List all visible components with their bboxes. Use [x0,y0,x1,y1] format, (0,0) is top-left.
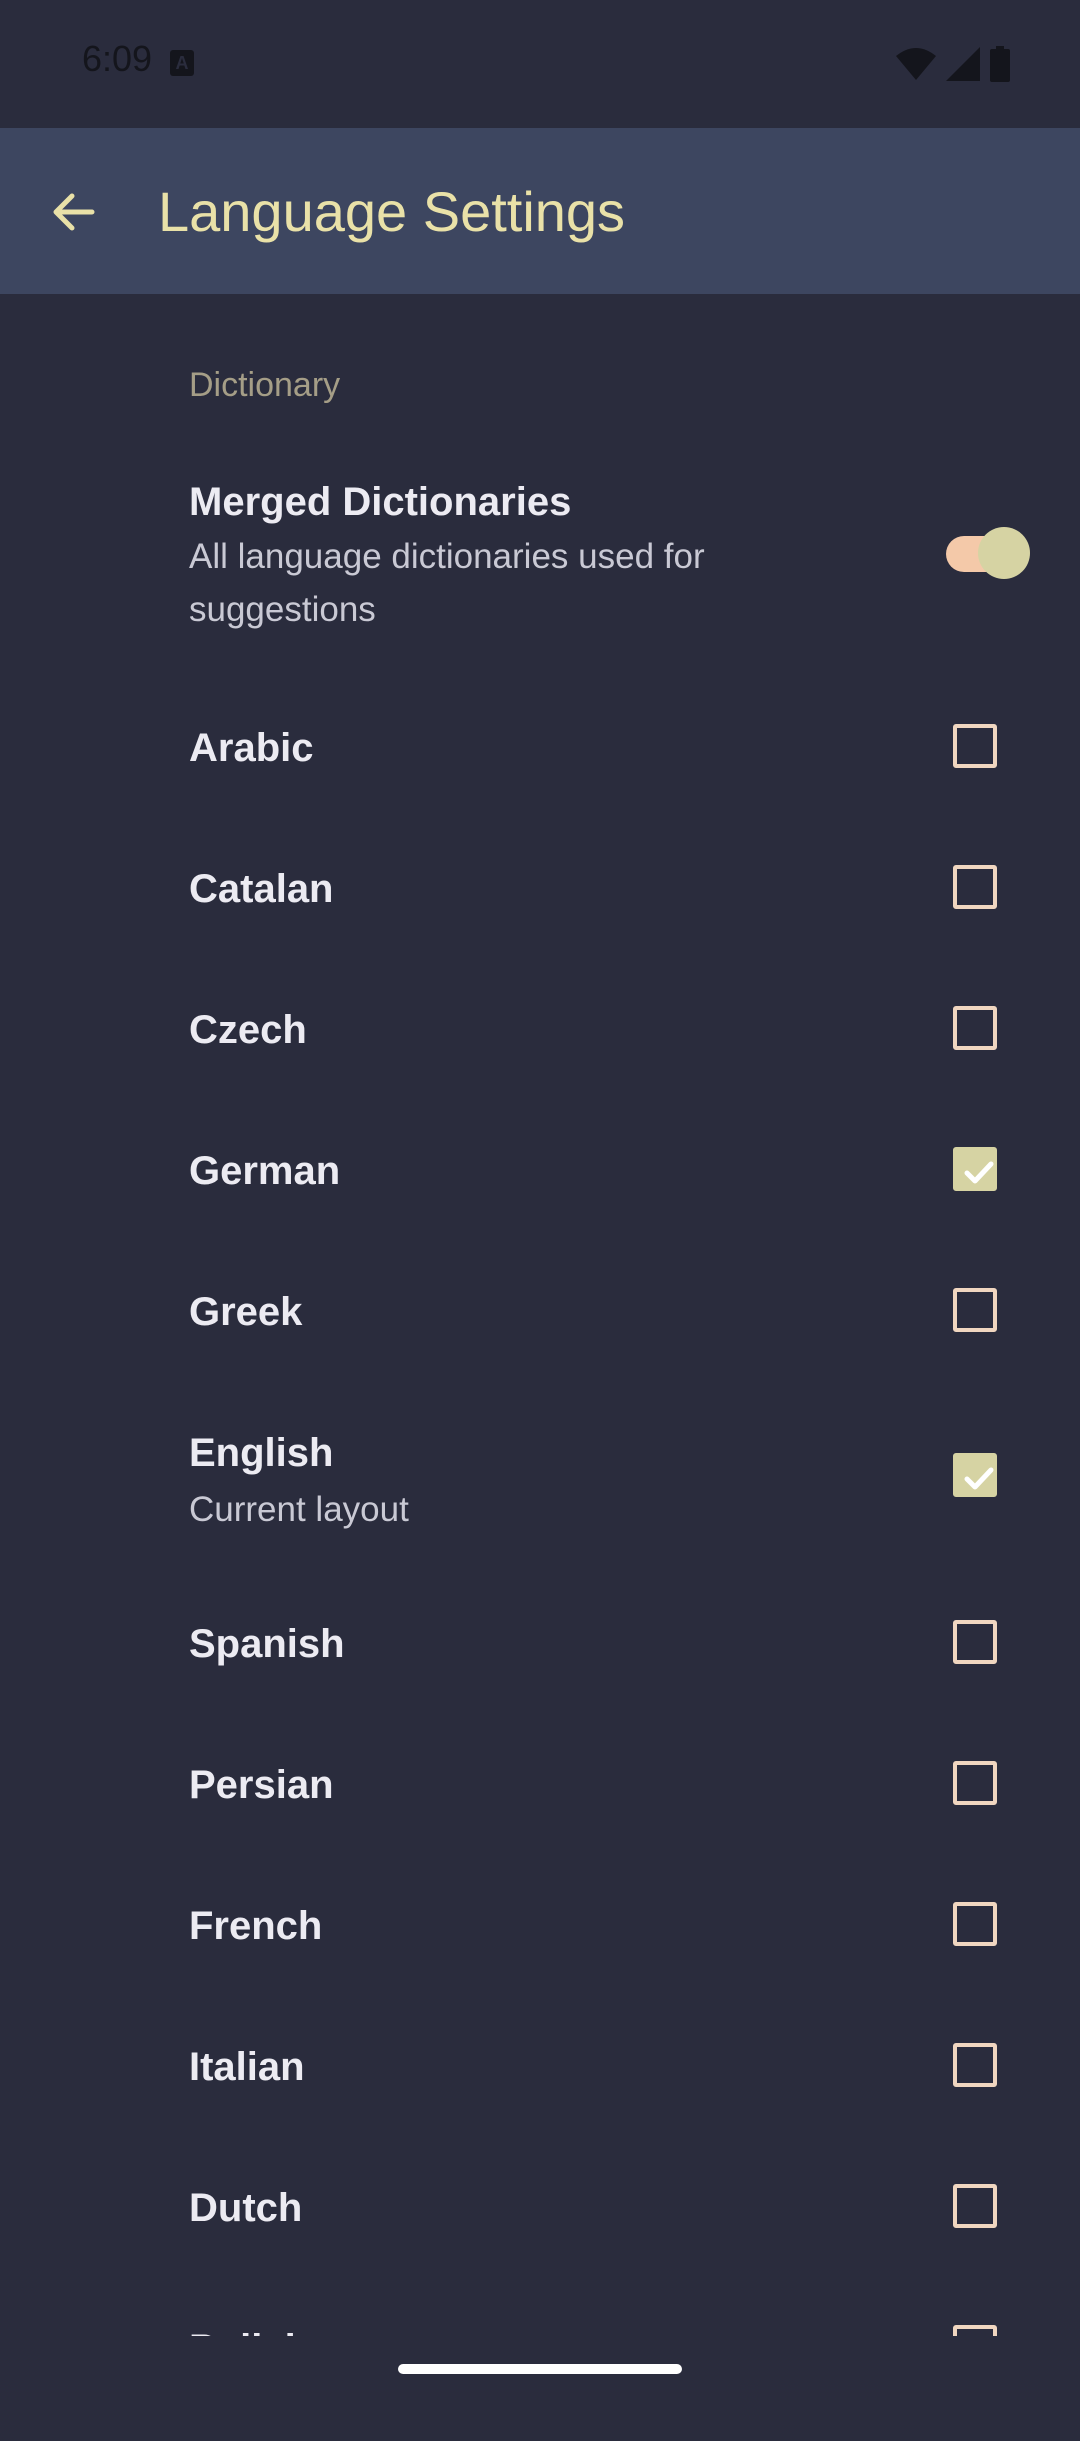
language-label: Arabic [189,726,314,770]
language-label: French [189,1904,323,1948]
language-row-english[interactable]: English Current layout [0,1405,1080,1585]
language-row-french[interactable]: French [0,1878,1080,2018]
language-label: German [189,1149,341,1193]
merged-dictionaries-switch-thumb[interactable] [978,527,1030,579]
check-icon [964,1161,994,1184]
language-label: Italian [189,2045,305,2089]
language-row-persian[interactable]: Persian [0,1737,1080,1877]
gesture-nav-handle[interactable] [398,2364,682,2374]
language-row-greek[interactable]: Greek [0,1264,1080,1404]
language-summary: Current layout [189,1490,409,1529]
merged-dictionaries-row[interactable]: Merged Dictionaries All language diction… [0,470,1080,650]
language-label: Greek [189,1290,303,1334]
language-label: English [189,1431,334,1475]
language-checkbox[interactable] [953,1288,997,1332]
status-bar: 6:09 A [0,0,1080,128]
language-label: Catalan [189,867,334,911]
merged-dictionaries-summary: All language dictionaries used for sugge… [189,537,705,629]
status-icons [896,44,1010,84]
language-checkbox[interactable] [953,2184,997,2228]
language-checkbox[interactable] [953,1453,997,1497]
language-checkbox[interactable] [953,865,997,909]
back-arrow-icon[interactable] [42,180,106,244]
language-checkbox[interactable] [953,1006,997,1050]
language-row-dutch[interactable]: Dutch [0,2160,1080,2300]
cell-signal-icon [946,47,980,81]
merged-dictionaries-title: Merged Dictionaries [189,480,572,524]
battery-icon [990,46,1010,82]
language-row-spanish[interactable]: Spanish [0,1596,1080,1736]
language-row-czech[interactable]: Czech [0,982,1080,1122]
status-time: 6:09 [82,38,153,79]
language-label: Dutch [189,2186,303,2230]
keyboard-notification-icon: A [170,50,194,76]
language-checkbox[interactable] [953,1620,997,1664]
page-title: Language Settings [158,180,626,243]
language-checkbox[interactable] [953,1902,997,1946]
language-label: Spanish [189,1622,345,1666]
language-checkbox[interactable] [953,2043,997,2087]
language-row-arabic[interactable]: Arabic [0,700,1080,840]
language-row-catalan[interactable]: Catalan [0,841,1080,981]
language-checkbox[interactable] [953,724,997,768]
wifi-icon [896,48,936,80]
section-header-dictionary: Dictionary [189,366,341,404]
language-checkbox[interactable] [953,1147,997,1191]
language-checkbox[interactable] [953,1761,997,1805]
language-row-italian[interactable]: Italian [0,2019,1080,2159]
language-row-german[interactable]: German [0,1123,1080,1263]
check-icon [964,1467,994,1490]
language-label: Czech [189,1008,307,1052]
language-label: Persian [189,1763,334,1807]
app-bar: Language Settings [0,128,1080,294]
